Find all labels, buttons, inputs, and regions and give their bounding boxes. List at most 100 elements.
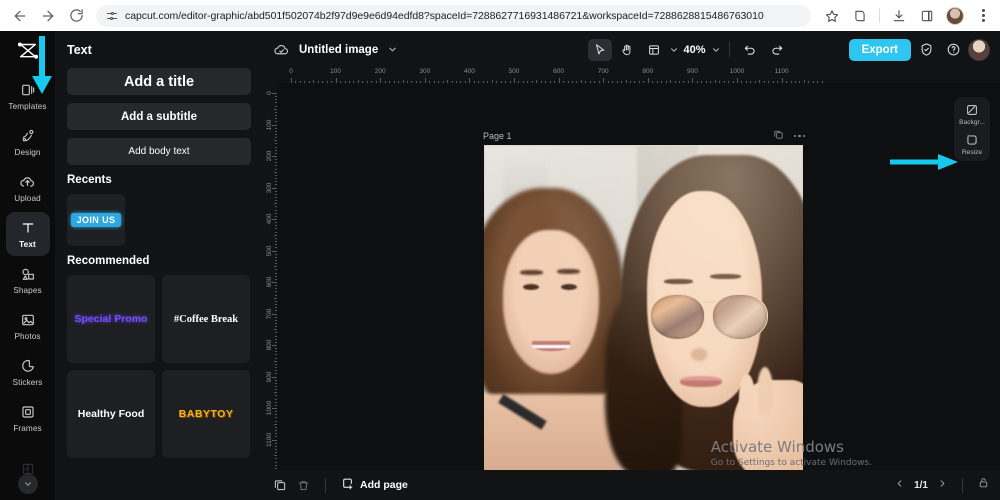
pager-divider [962, 477, 963, 493]
downloads-icon[interactable] [886, 3, 912, 29]
resize-button[interactable]: Resize [955, 132, 989, 156]
sidebar-item-label: Frames [13, 423, 42, 433]
background-icon [965, 102, 979, 117]
artboard-page-1[interactable] [484, 145, 803, 470]
sidebar-item-label: Stickers [12, 377, 43, 387]
upload-cloud-icon [19, 174, 36, 191]
sidebar-item-stickers[interactable]: Stickers [6, 350, 50, 394]
undo-icon[interactable] [738, 39, 762, 61]
address-bar[interactable]: capcut.com/editor-graphic/abd501f502074b… [96, 4, 811, 27]
sidebar-item-shapes[interactable]: Shapes [6, 258, 50, 302]
back-icon[interactable] [6, 2, 34, 30]
ruler-tick-label: 600 [553, 68, 565, 75]
toolbar-divider [728, 42, 730, 57]
add-subtitle-button[interactable]: Add a subtitle [67, 103, 251, 130]
recommended-grid: Special Promo #Coffee Break Healthy Food… [67, 275, 251, 458]
ruler-tick-label: 500 [508, 68, 520, 75]
export-button[interactable]: Export [848, 38, 911, 61]
capcut-logo-icon[interactable] [13, 38, 43, 64]
sidebar-item-templates[interactable]: Templates [6, 74, 50, 118]
canvas-photo-two-women[interactable] [484, 145, 803, 470]
title-chevron-down-icon[interactable] [387, 44, 398, 55]
reload-icon[interactable] [62, 2, 90, 30]
add-title-button[interactable]: Add a title [67, 68, 251, 95]
forward-icon[interactable] [34, 2, 62, 30]
shapes-icon [20, 266, 36, 283]
templates-icon [20, 82, 36, 99]
user-avatar[interactable] [968, 38, 990, 61]
sidebar-item-design[interactable]: Design [6, 120, 50, 164]
hand-pan-icon[interactable] [615, 39, 639, 61]
bookmark-star-icon[interactable] [819, 3, 845, 29]
left-rail: Templates Design Upload Text Shapes Phot… [0, 31, 55, 500]
more-options-icon[interactable] [793, 134, 805, 138]
duplicate-icon[interactable] [273, 478, 287, 492]
recents-list: JOIN US [67, 194, 251, 246]
sidebar-item-upload[interactable]: Upload [6, 166, 50, 210]
sidebar-item-label: Design [14, 147, 41, 157]
recommended-item-special-promo[interactable]: Special Promo [67, 275, 155, 363]
layout-chevron-down-icon[interactable] [669, 45, 679, 55]
recommended-item-babytoy[interactable]: BABYTOY [162, 370, 250, 458]
cursor-select-icon[interactable] [587, 38, 612, 61]
browser-actions [819, 3, 1000, 29]
help-question-icon[interactable] [941, 39, 965, 61]
sidebar-item-frames[interactable]: Frames [6, 396, 50, 440]
horizontal-ruler[interactable]: 0 100 200 300 400 500 600 700 800 900 1000 1100 [277, 68, 1000, 83]
editor-area: Untitled image 40% Export 0 100 200 300 … [263, 31, 1000, 500]
add-page-icon [341, 477, 354, 493]
layout-panel-icon[interactable] [642, 39, 666, 61]
recommended-item-label: Special Promo [74, 313, 148, 325]
canvas-area[interactable]: Page 1 [277, 83, 1000, 470]
url-text: capcut.com/editor-graphic/abd501f502074b… [125, 9, 764, 22]
page-count: 1/1 [914, 479, 928, 491]
document-title[interactable]: Untitled image [299, 44, 378, 56]
resize-label: Resize [961, 149, 983, 156]
duplicate-page-icon[interactable] [773, 127, 784, 145]
design-icon [20, 128, 36, 145]
add-body-text-button[interactable]: Add body text [67, 138, 251, 165]
redo-icon[interactable] [765, 39, 789, 61]
sidebar-item-label: Templates [8, 101, 47, 111]
right-tool-panel: Backgr... Resize [954, 97, 990, 161]
trash-icon[interactable] [297, 479, 310, 492]
sidebar-expand[interactable] [17, 462, 38, 494]
recommended-item-healthy-food[interactable]: Healthy Food [67, 370, 155, 458]
zoom-level[interactable]: 40% [682, 44, 708, 56]
recommended-item-label: Healthy Food [77, 408, 145, 420]
app-root: Templates Design Upload Text Shapes Phot… [0, 31, 1000, 500]
recommended-item-coffee-break[interactable]: #Coffee Break [162, 275, 250, 363]
chevron-right-icon[interactable] [937, 476, 948, 494]
sidebar-item-text[interactable]: Text [5, 212, 50, 256]
site-settings-icon[interactable] [106, 10, 118, 22]
recommended-heading: Recommended [67, 255, 150, 267]
recommended-item-label: #Coffee Break [173, 313, 239, 325]
capcut-editor-window: capcut.com/editor-graphic/abd501f502074b… [0, 0, 1000, 500]
background-button[interactable]: Backgr... [955, 102, 989, 126]
recent-item-join-us[interactable]: JOIN US [67, 194, 125, 246]
photos-icon [20, 312, 36, 329]
vertical-ruler[interactable]: 0 100 200 300 400 500 600 700 800 900 1000 1100 [263, 83, 277, 470]
ruler-tick-label: 1100 [774, 68, 789, 75]
zoom-chevron-down-icon[interactable] [711, 45, 721, 55]
add-page-label: Add page [360, 479, 408, 491]
profile-avatar[interactable] [942, 3, 968, 29]
sidebar-item-photos[interactable]: Photos [6, 304, 50, 348]
ruler-tick-label: 700 [597, 68, 609, 75]
add-page-button[interactable]: Add page [341, 477, 408, 493]
chevron-left-icon[interactable] [894, 476, 905, 494]
shield-check-icon[interactable] [914, 39, 938, 61]
ruler-tick-label: 200 [374, 68, 386, 75]
panel-title: Text [67, 43, 92, 57]
ruler-tick-label: 300 [419, 68, 431, 75]
chevron-down-icon[interactable] [17, 474, 38, 494]
side-panel-icon[interactable] [847, 3, 873, 29]
split-view-icon[interactable] [914, 3, 940, 29]
recents-heading: Recents [67, 174, 112, 186]
toolbar-divider [879, 8, 880, 23]
sidebar-item-label: Text [19, 239, 36, 249]
page-header: Page 1 [483, 128, 805, 144]
ruler-corner [263, 68, 277, 83]
unlock-icon[interactable] [977, 476, 990, 494]
chrome-menu-icon[interactable] [970, 3, 996, 29]
